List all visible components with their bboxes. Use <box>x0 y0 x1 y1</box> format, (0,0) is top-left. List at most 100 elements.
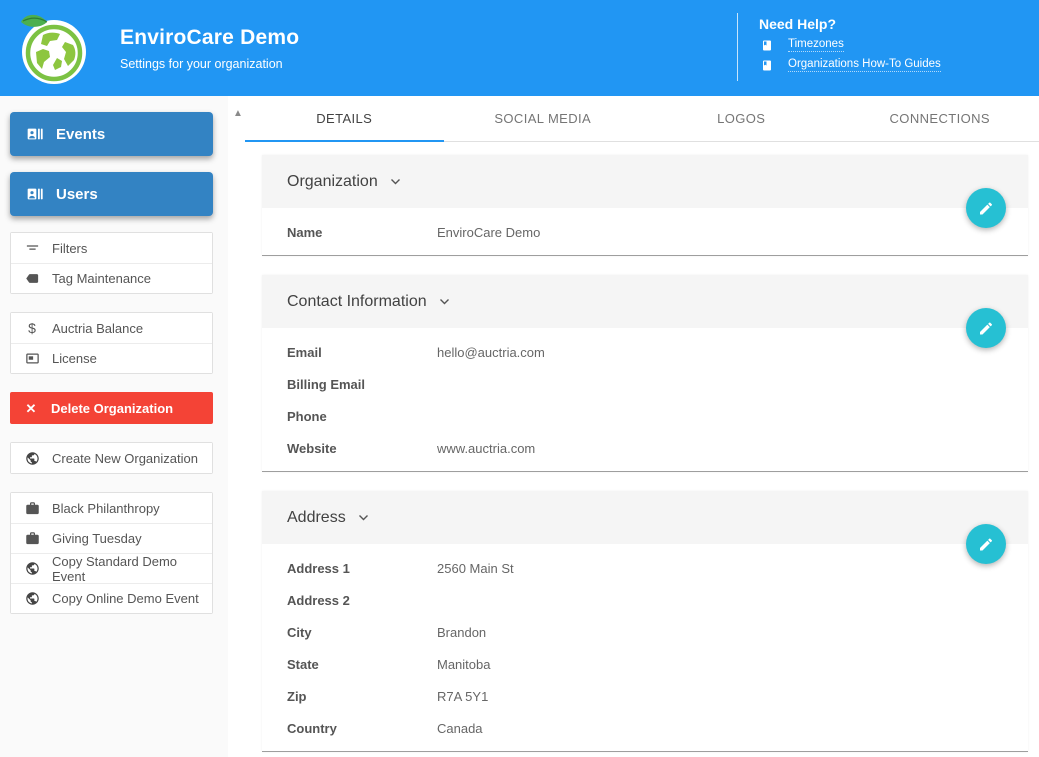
tab-connections[interactable]: CONNECTIONS <box>841 96 1039 141</box>
chevron-down-icon <box>437 298 453 305</box>
field-row: CountryCanada <box>262 712 1028 744</box>
edit-organization-button[interactable] <box>966 188 1006 228</box>
scroll-top-arrow[interactable]: ▲ <box>233 109 243 119</box>
field-row: CityBrandon <box>262 616 1028 648</box>
tab-logos[interactable]: LOGOS <box>642 96 841 141</box>
field-value: 2560 Main St <box>437 561 514 576</box>
field-label: Zip <box>287 689 437 704</box>
help-link-label: Timezones <box>788 38 844 52</box>
section-header-address[interactable]: Address <box>262 491 1028 544</box>
button-label: Users <box>56 186 98 203</box>
sidebar-item-black-philanthropy[interactable]: Black Philanthropy <box>11 493 212 523</box>
sidebar-item-label: Copy Standard Demo Event <box>52 554 212 584</box>
contacts-card-icon <box>27 185 43 203</box>
section-body: Address 12560 Main St Address 2 CityBrando… <box>262 544 1028 751</box>
field-value: EnviroCare Demo <box>437 225 540 240</box>
field-label: State <box>287 657 437 672</box>
sidebar-item-copy-standard-demo-event[interactable]: Copy Standard Demo Event <box>11 553 212 583</box>
field-value: www.auctria.com <box>437 441 535 456</box>
field-row: Emailhello@auctria.com <box>262 336 1028 368</box>
field-value: Brandon <box>437 625 486 640</box>
sidebar-item-label: Black Philanthropy <box>52 501 160 516</box>
field-label: Billing Email <box>287 377 437 392</box>
section-header-organization[interactable]: Organization <box>262 155 1028 208</box>
help-link-label: Organizations How-To Guides <box>788 58 941 72</box>
sidebar-button-events[interactable]: Events <box>10 112 213 156</box>
tag-icon <box>24 271 40 286</box>
section-contact-information: Contact Information Emailhello@auctria.co… <box>262 275 1028 472</box>
help-link-organizations-how-to-guides[interactable]: Organizations How-To Guides <box>759 58 941 72</box>
book-icon <box>759 39 775 52</box>
sidebar-item-create-new-organization[interactable]: Create New Organization <box>11 443 212 473</box>
tab-details[interactable]: DETAILS <box>245 96 444 141</box>
field-label: City <box>287 625 437 640</box>
chevron-down-icon <box>388 178 404 185</box>
field-value: Canada <box>437 721 483 736</box>
sidebar-item-label: Tag Maintenance <box>52 271 151 286</box>
field-label: Phone <box>287 409 437 424</box>
help-title: Need Help? <box>759 16 941 32</box>
delete-organization-label: Delete Organization <box>51 401 173 416</box>
sidebar-card: Create New Organization <box>10 442 213 474</box>
dollar-icon: $ <box>24 321 40 335</box>
sidebar-item-label: Copy Online Demo Event <box>52 591 199 606</box>
sections-container: Organization NameEnviroCare Demo Contact I… <box>262 155 1028 752</box>
field-label: Address 2 <box>287 593 437 608</box>
field-row: Websitewww.auctria.com <box>262 432 1028 464</box>
sidebar-card: $ Auctria Balance License <box>10 312 213 374</box>
tab-bar: DETAILSSOCIAL MEDIALOGOSCONNECTIONS <box>245 96 1039 142</box>
sidebar-card: Filters Tag Maintenance <box>10 232 213 294</box>
globe-icon <box>24 451 40 466</box>
sidebar-button-users[interactable]: Users <box>10 172 213 216</box>
sidebar-item-auctria-balance[interactable]: $ Auctria Balance <box>11 313 212 343</box>
field-row: Address 12560 Main St <box>262 552 1028 584</box>
book-icon <box>759 59 775 72</box>
field-row: Address 2 <box>262 584 1028 616</box>
sidebar-item-label: Create New Organization <box>52 451 198 466</box>
section-title: Organization <box>287 173 378 191</box>
field-row: Phone <box>262 400 1028 432</box>
pencil-icon <box>978 536 994 553</box>
tab-social-media[interactable]: SOCIAL MEDIA <box>444 96 643 141</box>
sidebar-card: Black Philanthropy Giving Tuesday Copy Sta… <box>10 492 213 614</box>
help-link-timezones[interactable]: Timezones <box>759 38 941 52</box>
chevron-down-icon <box>356 514 372 521</box>
section-title: Contact Information <box>287 293 427 311</box>
filter-icon <box>24 241 40 256</box>
section-header-contact-information[interactable]: Contact Information <box>262 275 1028 328</box>
sidebar: Events Users Filters Tag Maintenance $ Auct… <box>0 96 228 757</box>
section-address: Address Address 12560 Main St Address 2 Cit… <box>262 491 1028 752</box>
sidebar-item-label: Giving Tuesday <box>52 531 142 546</box>
sidebar-item-tag-maintenance[interactable]: Tag Maintenance <box>11 263 212 293</box>
contacts-card-icon <box>27 125 43 143</box>
org-logo globe-leaf-logo-icon <box>13 8 93 88</box>
field-label: Name <box>287 225 437 240</box>
field-label: Country <box>287 721 437 736</box>
section-title: Address <box>287 509 346 527</box>
edit-address-button[interactable] <box>966 524 1006 564</box>
field-row: StateManitoba <box>262 648 1028 680</box>
edit-contact-information-button[interactable] <box>966 308 1006 348</box>
field-value: hello@auctria.com <box>437 345 545 360</box>
delete-organization-button[interactable]: ✕ Delete Organization <box>10 392 213 424</box>
page-subtitle: Settings for your organization <box>120 57 299 71</box>
field-row: Billing Email <box>262 368 1028 400</box>
sidebar-item-label: Auctria Balance <box>52 321 143 336</box>
sidebar-item-license[interactable]: License <box>11 343 212 373</box>
license-icon <box>24 351 40 366</box>
briefcase-icon <box>24 501 40 516</box>
sidebar-item-giving-tuesday[interactable]: Giving Tuesday <box>11 523 212 553</box>
briefcase-icon <box>24 531 40 546</box>
globe-icon <box>24 591 40 606</box>
field-label: Email <box>287 345 437 360</box>
pencil-icon <box>978 200 994 217</box>
globe-icon <box>24 561 40 576</box>
sidebar-item-filters[interactable]: Filters <box>11 233 212 263</box>
page-title: EnviroCare Demo <box>120 26 299 50</box>
app-header: EnviroCare Demo Settings for your organi… <box>0 0 1039 96</box>
field-value: Manitoba <box>437 657 490 672</box>
sidebar-item-copy-online-demo-event[interactable]: Copy Online Demo Event <box>11 583 212 613</box>
field-label: Website <box>287 441 437 456</box>
section-body: Emailhello@auctria.com Billing Email Phone… <box>262 328 1028 471</box>
field-label: Address 1 <box>287 561 437 576</box>
